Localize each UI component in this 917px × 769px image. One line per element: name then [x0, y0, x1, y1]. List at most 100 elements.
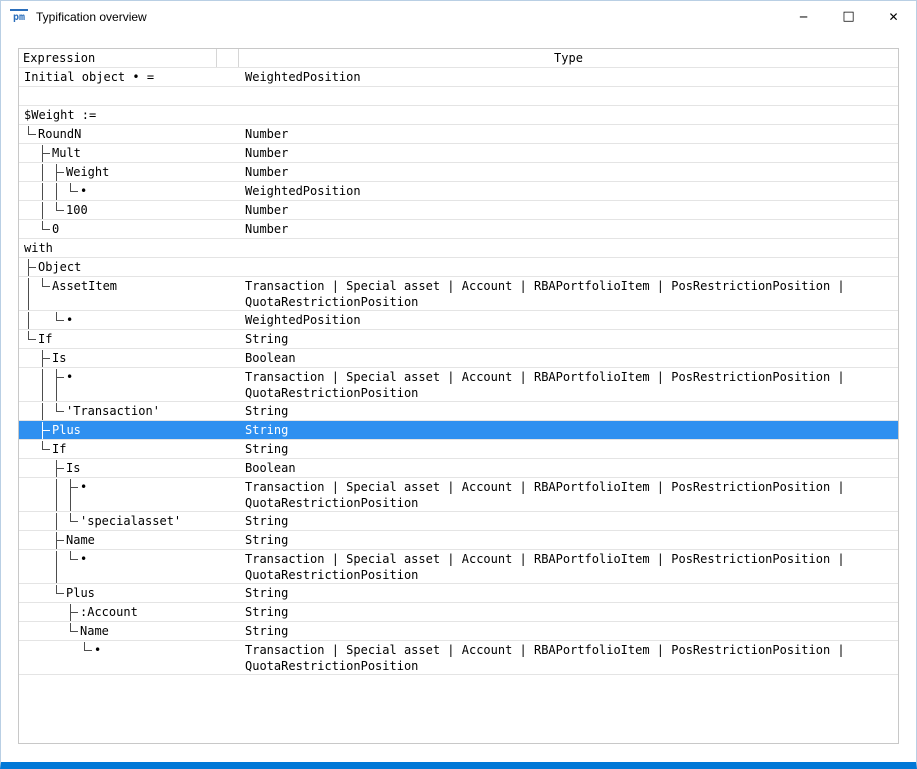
window-title: Typification overview: [36, 10, 147, 24]
tree-connector: [50, 403, 64, 420]
type-cell: String: [241, 441, 898, 458]
expression-label: Mult: [52, 145, 81, 162]
tree-connector: [22, 551, 36, 583]
tree-connector: [50, 479, 64, 511]
tree-connector: [50, 202, 64, 219]
type-cell: Transaction | Special asset | Account | …: [241, 551, 898, 583]
expression-label: 0: [52, 221, 59, 238]
tree-row[interactable]: 100Number: [19, 201, 898, 220]
tree-row[interactable]: IsBoolean: [19, 459, 898, 478]
tree-row[interactable]: WeightNumber: [19, 163, 898, 182]
expression-cell: •: [19, 369, 241, 401]
tree-connector: [22, 350, 36, 367]
tree-connector: [22, 331, 36, 348]
expression-cell: Initial object • =: [19, 69, 241, 86]
close-button[interactable]: ✕: [871, 1, 916, 32]
maximize-button[interactable]: □: [826, 1, 871, 32]
expression-label: •: [80, 551, 87, 583]
tree-rows: Initial object • =WeightedPosition $Weigh…: [19, 68, 898, 675]
minimize-button[interactable]: ─: [781, 1, 826, 32]
tree-connector: [22, 532, 36, 549]
type-cell: Transaction | Special asset | Account | …: [241, 479, 898, 511]
tree-row[interactable]: with: [19, 239, 898, 258]
expression-label: $Weight :=: [24, 107, 96, 124]
tree-row[interactable]: IsBoolean: [19, 349, 898, 368]
tree-row[interactable]: NameString: [19, 531, 898, 550]
tree-connector: [50, 460, 64, 477]
expression-label: Object: [38, 259, 81, 276]
tree-connector: [22, 513, 36, 530]
expression-label: :Account: [80, 604, 138, 621]
tree-connector: [36, 202, 50, 219]
tree-connector: [50, 551, 64, 583]
tree-row[interactable]: Initial object • =WeightedPosition: [19, 68, 898, 87]
tree-row[interactable]: 0Number: [19, 220, 898, 239]
tree-connector: [22, 441, 36, 458]
tree-row[interactable]: •WeightedPosition: [19, 311, 898, 330]
tree-connector: [50, 585, 64, 602]
type-cell: Boolean: [241, 350, 898, 367]
tree-connector: [22, 312, 36, 329]
window-controls: ─ □ ✕: [781, 1, 916, 32]
tree-connector: [50, 604, 64, 621]
expression-label: 'Transaction': [66, 403, 160, 420]
tree-connector: [36, 145, 50, 162]
tree-row[interactable]: IfString: [19, 330, 898, 349]
tree-connector: [36, 642, 50, 674]
expression-cell: •: [19, 479, 241, 511]
tree-connector: [78, 642, 92, 674]
expression-cell: Weight: [19, 164, 241, 181]
tree-connector: [36, 460, 50, 477]
tree-row[interactable]: •WeightedPosition: [19, 182, 898, 201]
type-cell: String: [241, 585, 898, 602]
tree-connector: [22, 604, 36, 621]
tree-row-selected[interactable]: PlusString: [19, 421, 898, 440]
tree-connector: [36, 513, 50, 530]
titlebar[interactable]: pm Typification overview ─ □ ✕: [1, 1, 916, 32]
expression-cell: If: [19, 441, 241, 458]
expression-label: Plus: [66, 585, 95, 602]
tree-connector: [36, 350, 50, 367]
type-cell: Number: [241, 145, 898, 162]
expression-cell: AssetItem: [19, 278, 241, 310]
tree-row[interactable]: RoundNNumber: [19, 125, 898, 144]
tree-row[interactable]: •Transaction | Special asset | Account |…: [19, 478, 898, 512]
column-header-expression[interactable]: Expression: [19, 49, 217, 67]
expression-label: AssetItem: [52, 278, 117, 310]
tree-connector: [64, 623, 78, 640]
tree-row[interactable]: •Transaction | Special asset | Account |…: [19, 641, 898, 675]
tree-connector: [36, 551, 50, 583]
typification-tree-table: Expression Type Initial object • =Weight…: [18, 48, 899, 744]
tree-row[interactable]: IfString: [19, 440, 898, 459]
tree-row[interactable]: Plus String: [19, 584, 898, 603]
expression-label: Is: [66, 460, 80, 477]
tree-row[interactable]: :AccountString: [19, 603, 898, 622]
typification-overview-window: pm Typification overview ─ □ ✕ Expressio…: [0, 0, 917, 769]
tree-row[interactable]: 'Transaction'String: [19, 402, 898, 421]
tree-connector: [36, 479, 50, 511]
tree-row[interactable]: 'specialasset'String: [19, 512, 898, 531]
tree-connector: [50, 312, 64, 329]
tree-row[interactable]: Mult Number: [19, 144, 898, 163]
tree-row[interactable]: • Transaction | Special asset | Account |…: [19, 550, 898, 584]
tree-row[interactable]: •Transaction | Special asset | Account |…: [19, 368, 898, 402]
tree-connector: [64, 551, 78, 583]
expression-cell: 'Transaction': [19, 403, 241, 420]
tree-connector: [64, 642, 78, 674]
tree-row[interactable]: Object: [19, 258, 898, 277]
expression-cell: Name: [19, 623, 241, 640]
expression-cell: Plus: [19, 422, 241, 439]
tree-row[interactable]: $Weight :=: [19, 106, 898, 125]
tree-row[interactable]: [19, 87, 898, 106]
expression-cell: [19, 88, 241, 105]
column-header-type[interactable]: Type: [239, 49, 898, 67]
tree-connector: [36, 278, 50, 310]
expression-cell: with: [19, 240, 241, 257]
type-cell: Number: [241, 202, 898, 219]
tree-row[interactable]: NameString: [19, 622, 898, 641]
tree-connector: [36, 441, 50, 458]
expression-cell: Name: [19, 532, 241, 549]
tree-connector: [22, 460, 36, 477]
type-cell: [241, 240, 898, 257]
tree-row[interactable]: AssetItemTransaction | Special asset | A…: [19, 277, 898, 311]
